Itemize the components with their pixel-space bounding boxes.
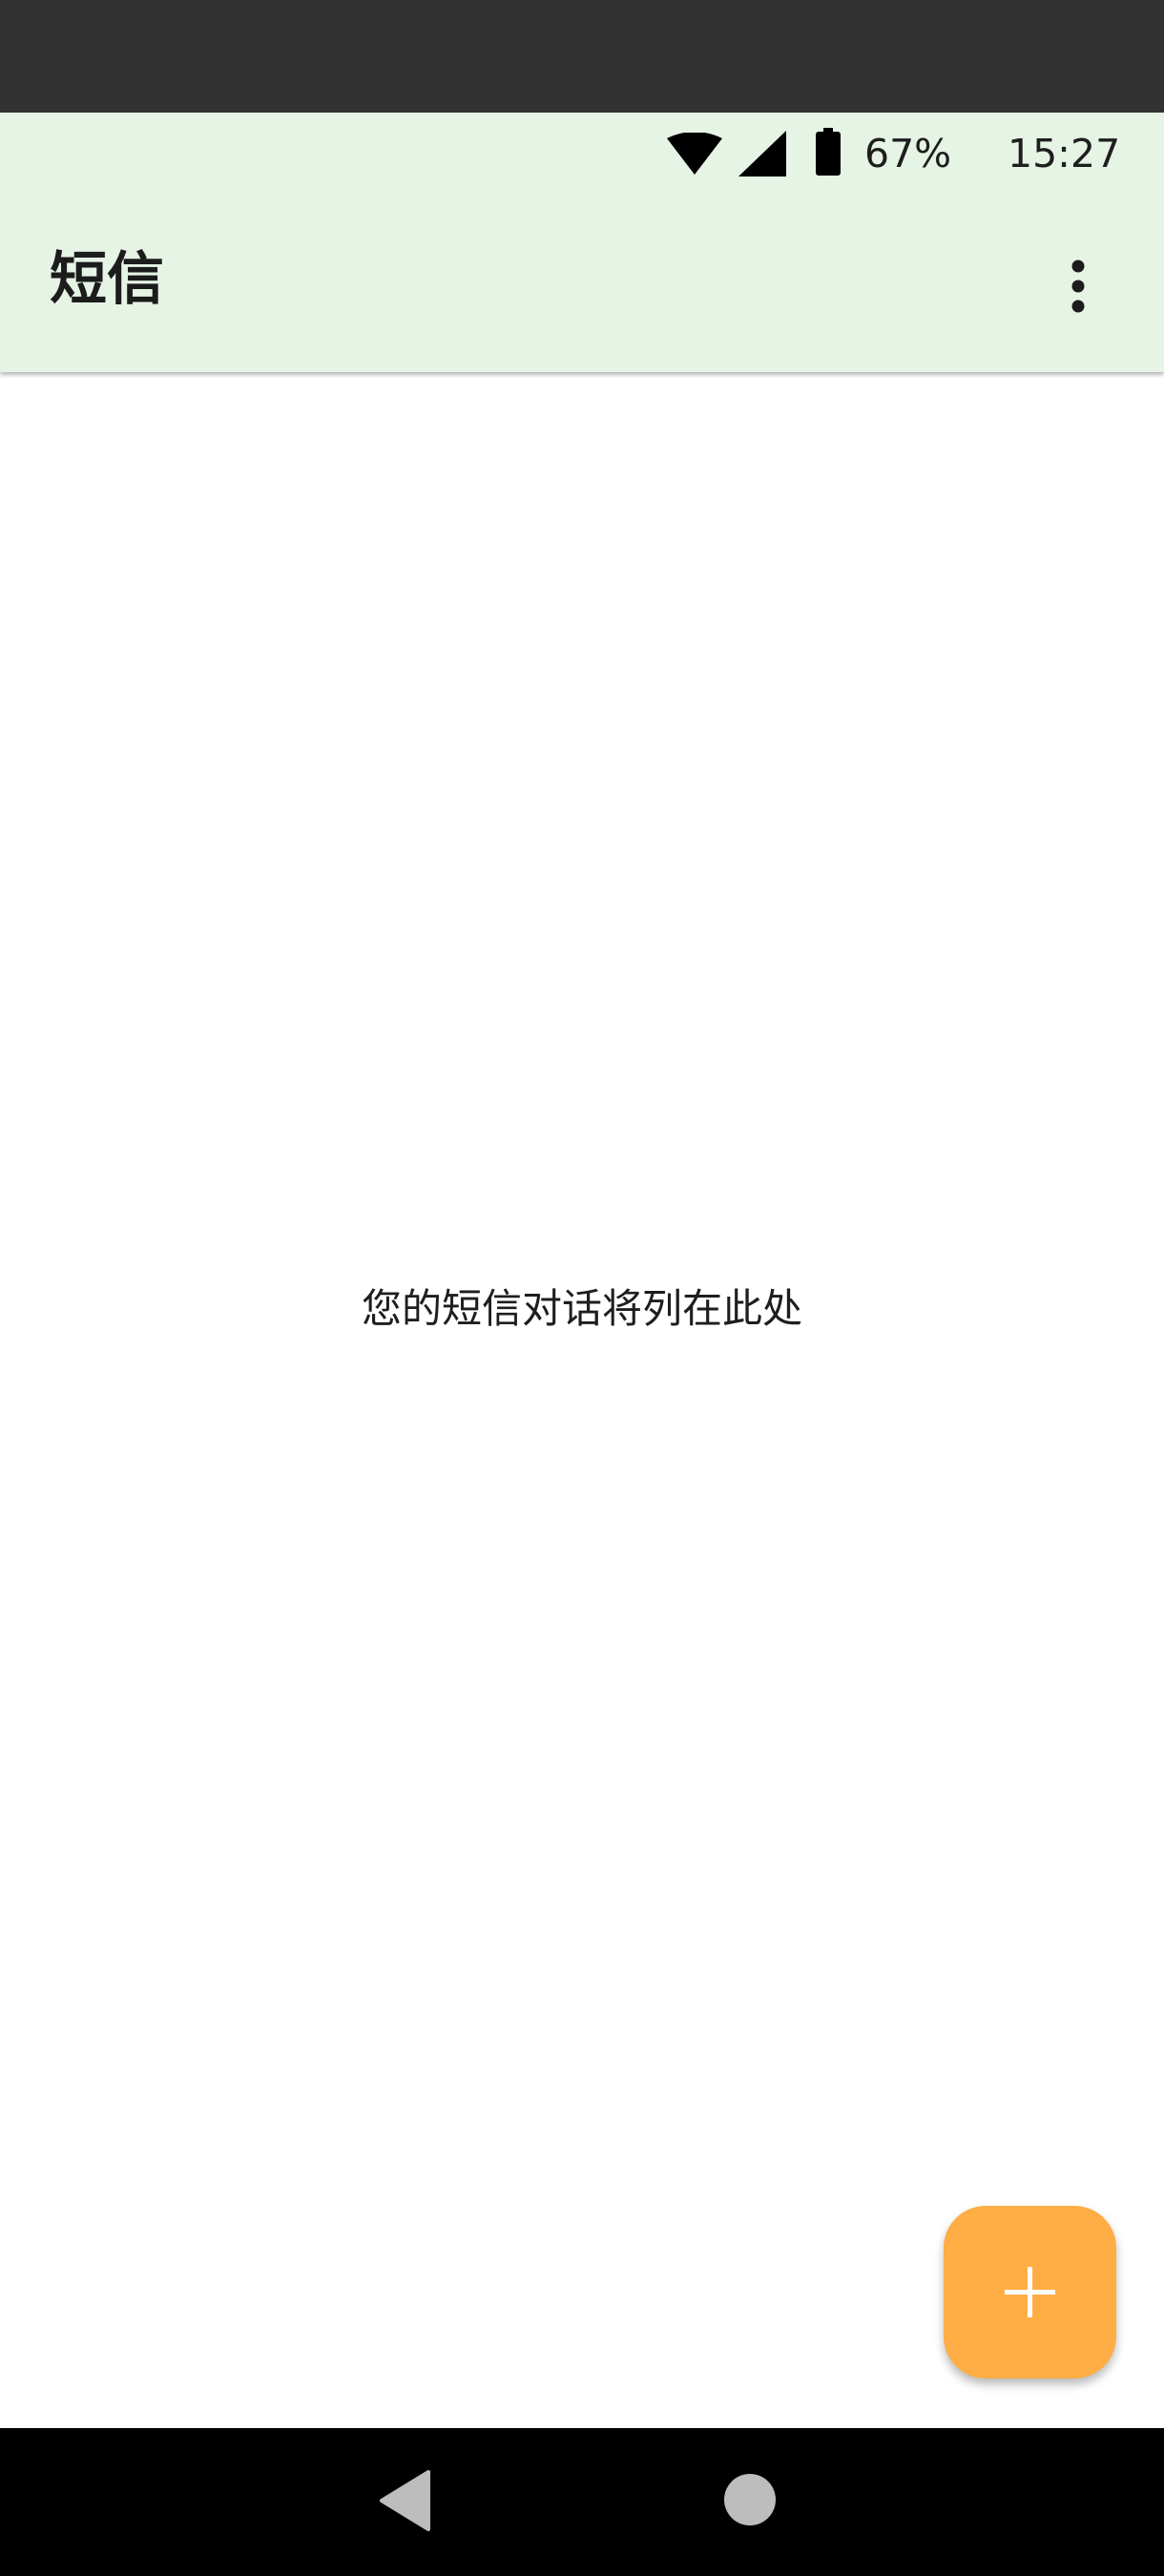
empty-state-message: 您的短信对话将列在此处 [361, 1285, 802, 1332]
status-bar: 67% 15:27 [0, 113, 1164, 195]
top-system-area [0, 0, 1164, 113]
cell-signal-icon [738, 131, 786, 177]
more-vert-icon [1071, 260, 1085, 313]
battery-percent: 67% [864, 131, 952, 177]
wifi-icon [667, 133, 722, 175]
new-conversation-button[interactable] [944, 2206, 1116, 2379]
back-icon[interactable] [378, 2470, 431, 2531]
battery-icon [816, 128, 841, 176]
plus-icon [1005, 2267, 1055, 2317]
navigation-bar [0, 2428, 1164, 2576]
home-icon[interactable] [723, 2473, 777, 2526]
page-title: 短信 [50, 246, 164, 313]
app-bar: 67% 15:27 短信 [0, 113, 1164, 372]
status-clock: 15:27 [1008, 131, 1121, 177]
more-options-button[interactable] [1050, 248, 1107, 324]
